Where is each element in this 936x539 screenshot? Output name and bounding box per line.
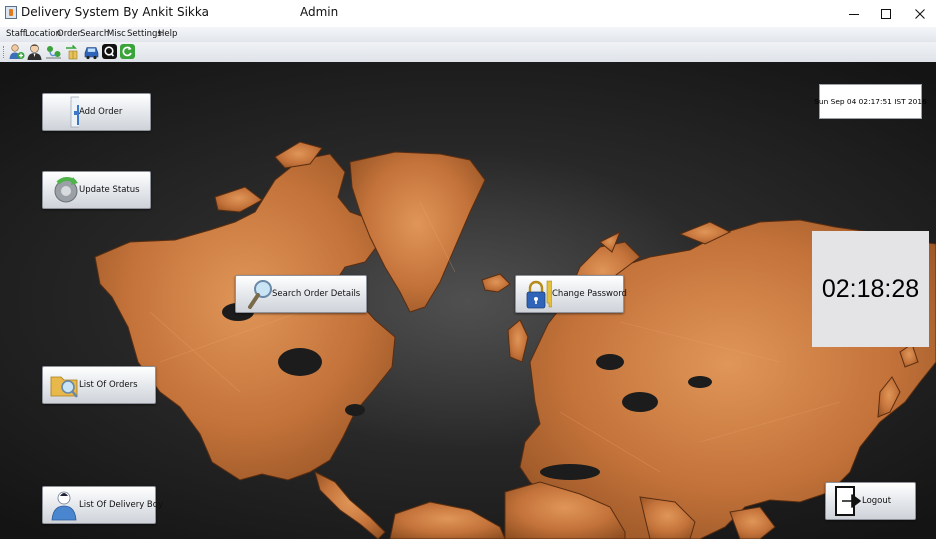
location-route-icon[interactable] — [45, 43, 62, 60]
digital-clock: 02:18:28 — [812, 231, 929, 347]
change-password-button[interactable]: Change Password — [515, 275, 627, 313]
maximize-button[interactable] — [868, 0, 904, 27]
close-button[interactable] — [902, 0, 936, 27]
menu-bar: Staff Location Order Search Misc Setting… — [0, 27, 936, 43]
menu-location[interactable]: Location — [25, 29, 61, 39]
menu-search[interactable]: Search — [80, 29, 109, 39]
list-of-orders-button[interactable]: List Of Orders — [42, 366, 156, 404]
search-order-details-button[interactable]: Search Order Details — [235, 275, 367, 313]
add-order-button[interactable]: Add Order — [42, 93, 151, 131]
update-status-button[interactable]: Update Status — [42, 171, 151, 209]
logout-icon — [832, 484, 862, 518]
list-of-delivery-boy-label: List Of Delivery Boy — [79, 500, 163, 510]
delivery-route-icon[interactable] — [64, 43, 81, 60]
menu-order[interactable]: Order — [57, 29, 81, 39]
menu-staff[interactable]: Staff — [6, 29, 26, 39]
dashboard-background: Add Order Update Status Search Order Det… — [0, 62, 936, 539]
world-map-image — [94, 141, 936, 539]
list-of-delivery-boy-icon — [49, 488, 79, 522]
search-order-details-label: Search Order Details — [272, 289, 361, 299]
minimize-icon — [849, 13, 859, 15]
menu-misc[interactable]: Misc — [107, 29, 126, 39]
list-of-orders-label: List Of Orders — [79, 380, 138, 390]
window-title: Delivery System By Ankit Sikka — [21, 5, 209, 19]
logout-button[interactable]: Logout — [825, 482, 916, 520]
staff-profile-icon[interactable] — [26, 43, 43, 60]
change-password-icon — [522, 277, 552, 311]
add-staff-icon[interactable] — [8, 43, 25, 60]
menu-help[interactable]: Help — [158, 29, 177, 39]
minimize-button[interactable] — [836, 0, 872, 27]
java-app-icon — [5, 6, 17, 19]
add-order-label: Add Order — [79, 107, 123, 117]
search-q-icon[interactable] — [101, 43, 118, 60]
update-status-label: Update Status — [79, 185, 140, 195]
change-password-label: Change Password — [552, 289, 627, 299]
update-status-icon — [49, 173, 79, 207]
maximize-icon — [881, 8, 891, 19]
toolbar — [0, 42, 936, 63]
add-order-icon — [49, 95, 79, 129]
current-datetime: Sun Sep 04 02:17:51 IST 2016 — [814, 84, 927, 119]
close-icon — [915, 8, 925, 19]
refresh-icon[interactable] — [119, 43, 136, 60]
list-of-delivery-boy-button[interactable]: List Of Delivery Boy — [42, 486, 163, 524]
list-of-orders-icon — [49, 368, 79, 402]
toolbar-grip[interactable] — [3, 46, 6, 58]
logged-in-user: Admin — [300, 5, 339, 19]
window-title-bar: Delivery System By Ankit Sikka Admin — [0, 0, 936, 27]
logout-label: Logout — [862, 496, 892, 506]
vehicle-icon[interactable] — [83, 43, 100, 60]
menu-settings[interactable]: Settings — [127, 29, 162, 39]
search-order-details-icon — [242, 277, 272, 311]
